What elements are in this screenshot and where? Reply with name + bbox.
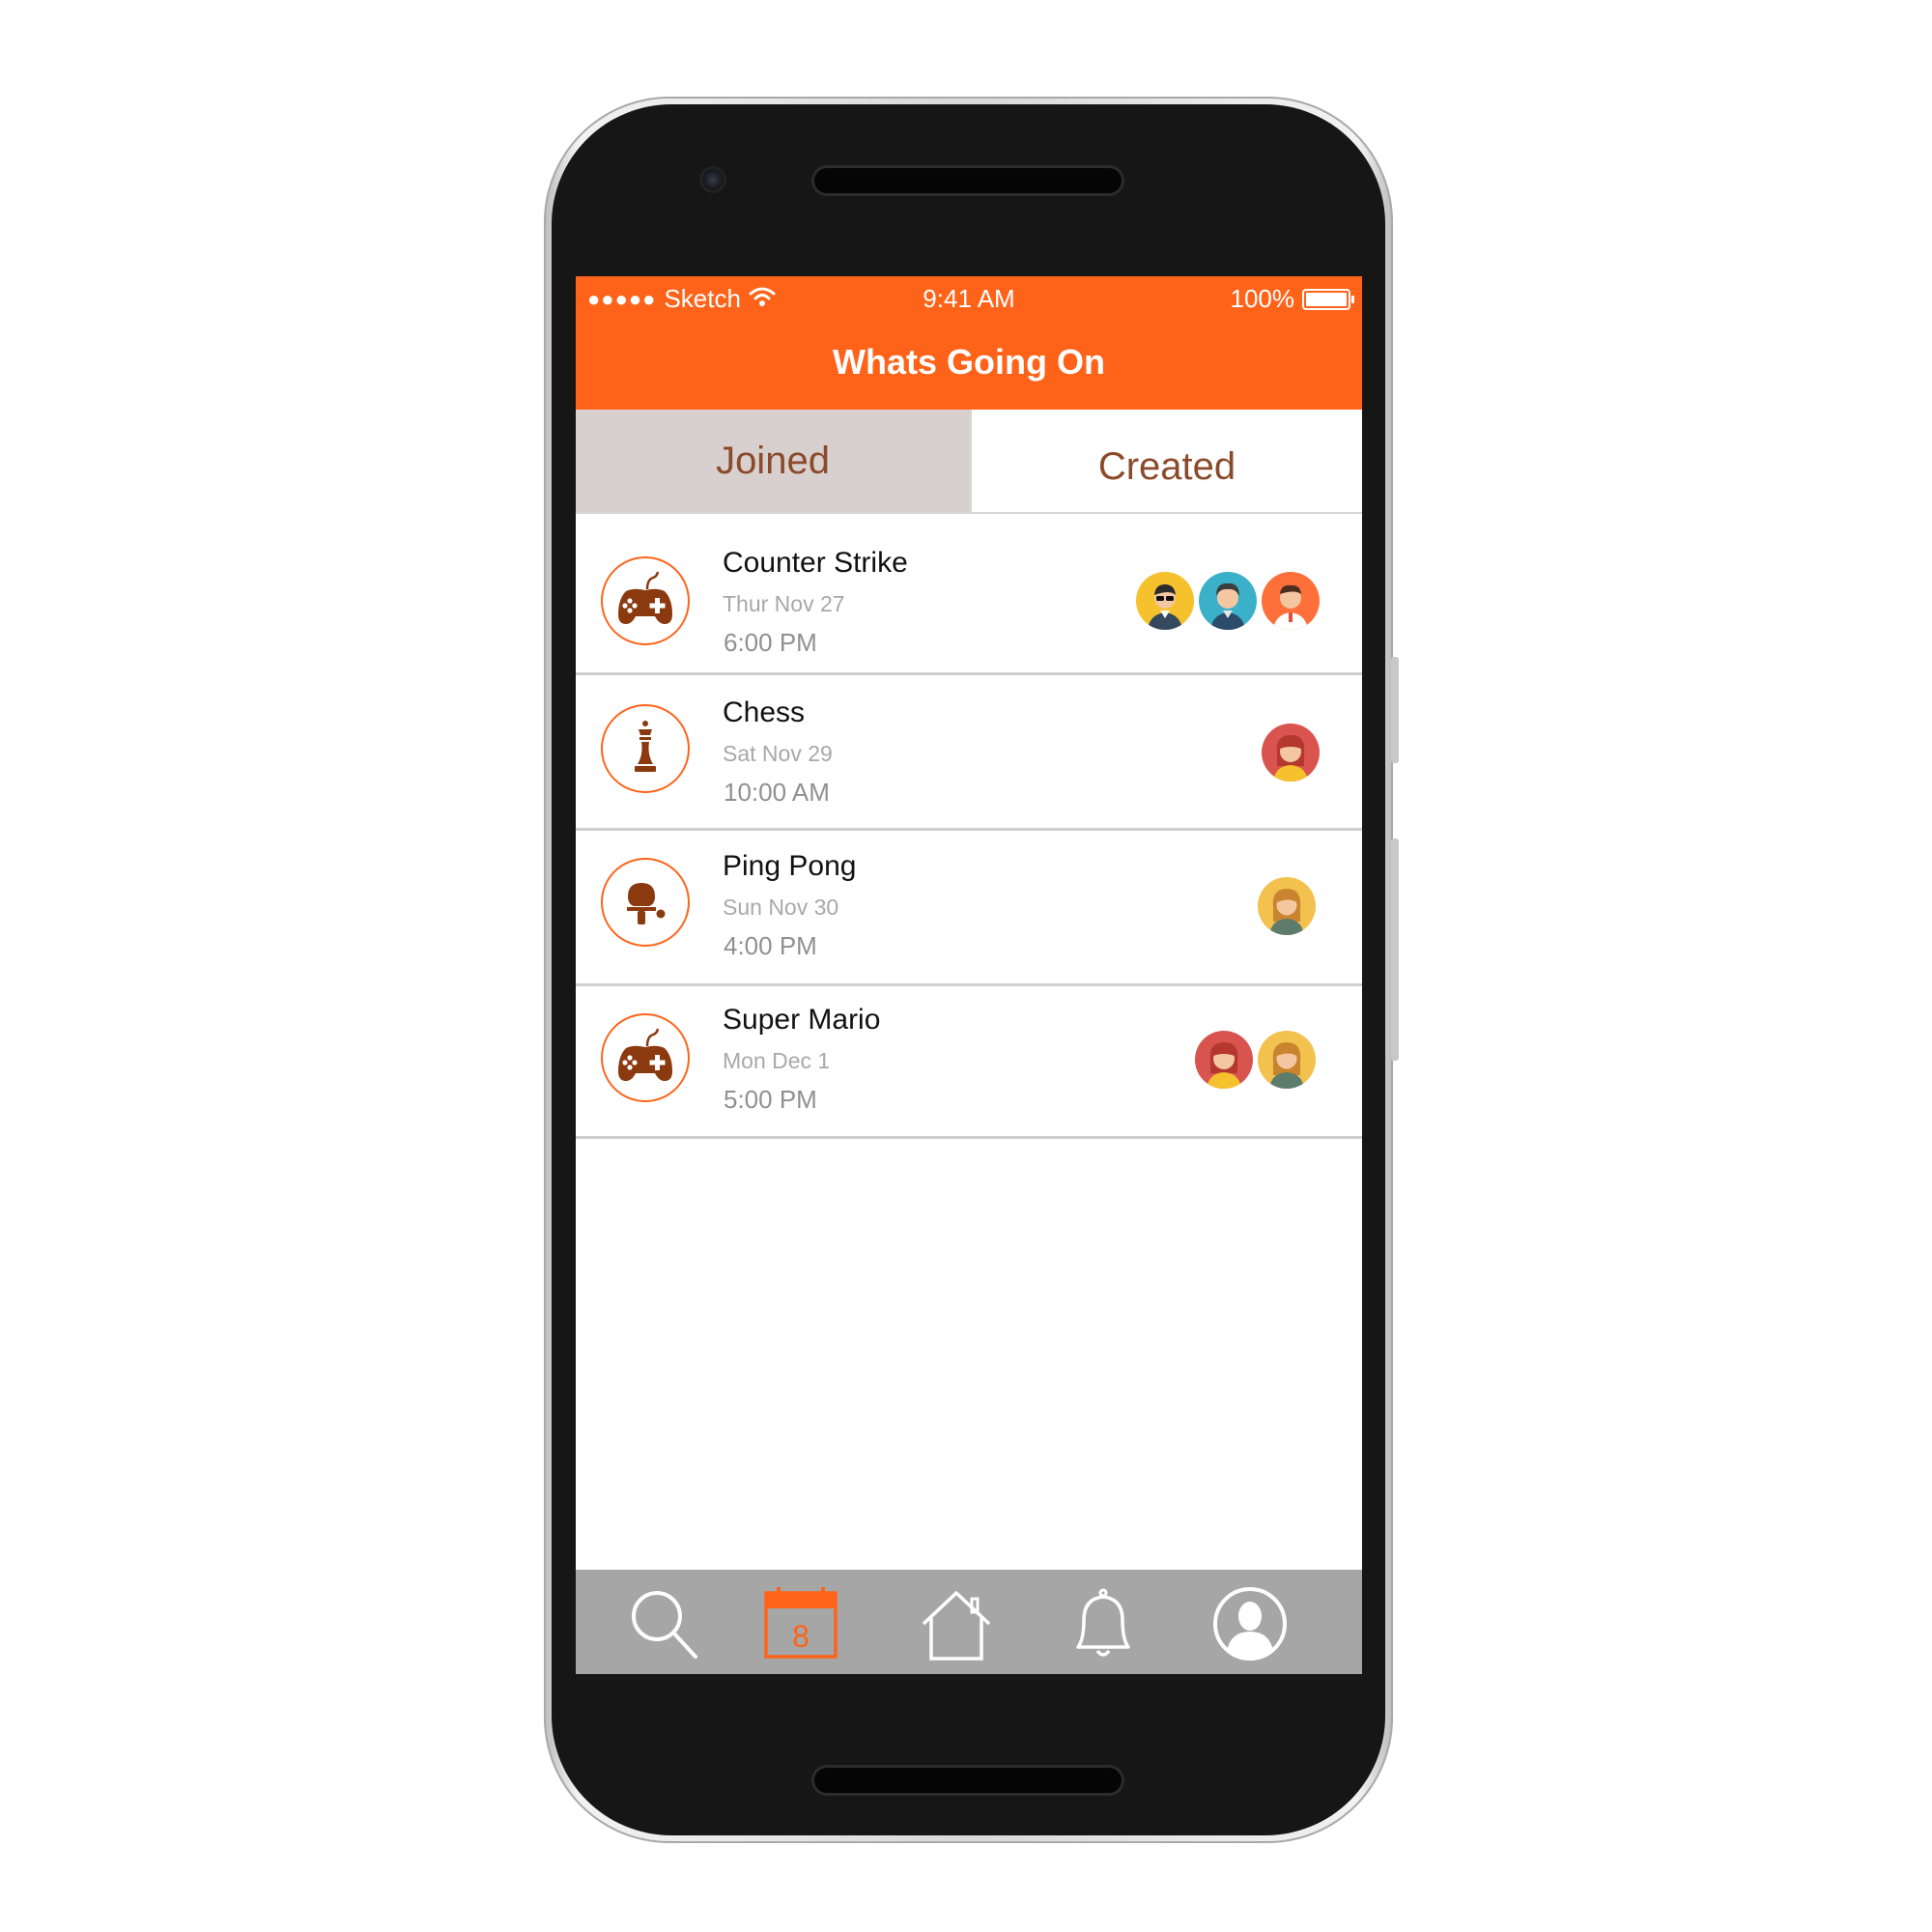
- gamepad-icon: [618, 571, 672, 624]
- event-icon-circle: [601, 704, 690, 793]
- event-icon-circle: [601, 556, 690, 645]
- avatar-yellow-woman[interactable]: [1258, 1031, 1316, 1089]
- nav-bar: Whats Going On: [576, 323, 1362, 410]
- tab-created[interactable]: Created: [970, 410, 1362, 512]
- event-title: Super Mario: [723, 1004, 881, 1036]
- chess-queen-icon: [635, 721, 656, 772]
- event-title: Ping Pong: [723, 850, 857, 882]
- page-title: Whats Going On: [833, 342, 1105, 382]
- event-date: Mon Dec 1: [723, 1048, 831, 1073]
- battery-percent: 100%: [1230, 284, 1295, 313]
- participant-avatars: [1257, 724, 1320, 781]
- avatar-red-woman[interactable]: [1195, 1031, 1253, 1089]
- participant-avatars: [1253, 877, 1316, 935]
- event-list: Counter Strike Thur Nov 27 6:00 PM Chess…: [576, 514, 1362, 1139]
- avatar-yellow-woman[interactable]: [1258, 877, 1316, 935]
- gamepad-icon: [618, 1028, 672, 1081]
- top-speaker: [814, 168, 1122, 193]
- participant-avatars: [1131, 572, 1320, 630]
- front-camera: [699, 166, 726, 193]
- volume-button: [1391, 838, 1399, 1061]
- list-item[interactable]: Chess Sat Nov 29 10:00 AM: [576, 675, 1362, 831]
- participant-avatars: [1190, 1031, 1316, 1089]
- event-date: Sat Nov 29: [723, 741, 833, 766]
- event-date: Thur Nov 27: [723, 591, 845, 616]
- calendar-day: 8: [792, 1619, 810, 1654]
- event-title: Counter Strike: [723, 547, 908, 579]
- calendar-icon[interactable]: 8: [763, 1585, 840, 1662]
- battery-icon: [1302, 288, 1354, 310]
- ping-pong-icon: [627, 883, 666, 924]
- bell-icon[interactable]: [1065, 1585, 1142, 1662]
- segmented-tabs: Joined Created: [576, 410, 1362, 514]
- search-icon[interactable]: [626, 1585, 703, 1662]
- list-item[interactable]: Super Mario Mon Dec 1 5:00 PM: [576, 986, 1362, 1139]
- avatar-sunglasses-man[interactable]: [1136, 572, 1194, 630]
- profile-icon[interactable]: [1211, 1585, 1289, 1662]
- list-item[interactable]: Counter Strike Thur Nov 27 6:00 PM: [576, 514, 1362, 675]
- list-item[interactable]: Ping Pong Sun Nov 30 4:00 PM: [576, 831, 1362, 986]
- event-date: Sun Nov 30: [723, 895, 839, 920]
- event-time: 4:00 PM: [724, 931, 817, 960]
- event-time: 6:00 PM: [724, 628, 817, 657]
- status-bar: ●●●●● Sketch 9:41 AM 100%: [576, 276, 1362, 323]
- power-button: [1391, 657, 1399, 763]
- avatar-red-woman[interactable]: [1262, 724, 1320, 781]
- event-time: 5:00 PM: [724, 1085, 817, 1114]
- app-screen: ●●●●● Sketch 9:41 AM 100% Whats Going On…: [576, 276, 1362, 1674]
- event-icon-circle: [601, 858, 690, 947]
- avatar-blue-man[interactable]: [1199, 572, 1257, 630]
- bottom-speaker: [814, 1768, 1122, 1793]
- tab-joined[interactable]: Joined: [576, 410, 970, 512]
- bottom-tab-bar: 8: [576, 1570, 1362, 1674]
- event-time: 10:00 AM: [724, 778, 830, 807]
- event-icon-circle: [601, 1013, 690, 1102]
- event-title: Chess: [723, 696, 806, 728]
- avatar-orange-man[interactable]: [1262, 572, 1320, 630]
- home-icon[interactable]: [918, 1585, 995, 1662]
